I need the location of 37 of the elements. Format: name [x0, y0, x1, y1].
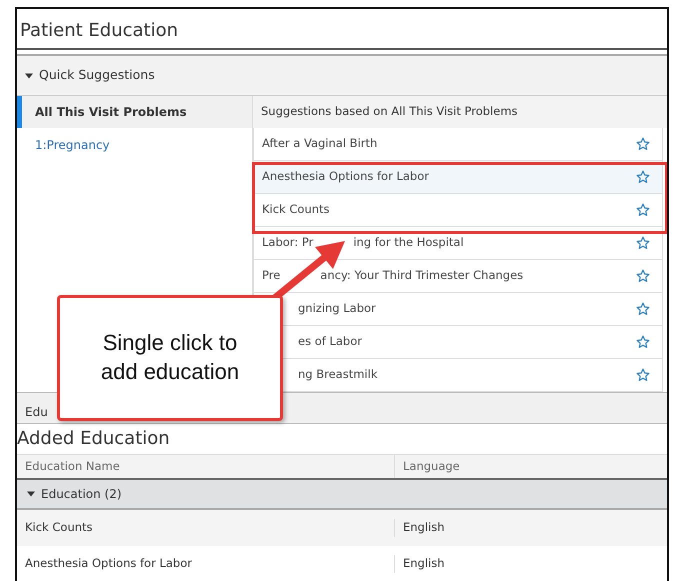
table-cell: Anesthesia Options for Labor	[17, 555, 395, 573]
suggestion-text: ancy: Your Third Trimester Changes	[320, 267, 524, 284]
suggestion-text: After a Vaginal Birth	[262, 135, 378, 152]
suggestion-row[interactable]: Anesthesia Options for Labor	[253, 161, 663, 194]
table-cell: Kick Counts	[17, 519, 395, 537]
suggestion-text: gnizing Labor	[298, 300, 376, 318]
section-title: Added Education	[17, 427, 171, 451]
star-icon[interactable]	[636, 203, 650, 217]
star-icon[interactable]	[636, 368, 650, 382]
star-icon[interactable]	[636, 302, 650, 316]
problem-filter[interactable]: All This Visit Problems	[17, 96, 252, 128]
group-row[interactable]: Education (2)	[17, 480, 667, 510]
callout-tooltip: Single click to add education	[57, 295, 283, 421]
suggestion-text: Labor: Pr	[262, 234, 314, 252]
table-cell-text: English	[402, 555, 445, 572]
tab-label[interactable]: Edu	[25, 403, 48, 421]
star-icon[interactable]	[636, 335, 650, 349]
problem-filter[interactable]: 1:Pregnancy	[17, 128, 252, 154]
caret-icon	[27, 490, 35, 498]
column-header: Language	[402, 458, 460, 475]
column-header: Education Name	[17, 455, 395, 478]
suggestion-text: Anesthesia Options for Labor	[262, 168, 429, 186]
suggestion-text: ing for the Hospital	[353, 234, 464, 252]
list-header: Suggestions based on All This Visit Problems	[253, 96, 667, 128]
section-header[interactable]: Quick Suggestions	[17, 56, 667, 96]
suggestion-text: Kick Counts	[262, 201, 330, 218]
caret-icon	[25, 72, 33, 80]
suggestion-text: es of Labor	[298, 333, 362, 350]
star-icon[interactable]	[636, 170, 650, 184]
panel-title: Patient Education	[17, 9, 667, 50]
suggestion-text: Pre	[262, 267, 280, 284]
suggestion-text: ng Breastmilk	[298, 366, 378, 384]
star-icon[interactable]	[636, 236, 650, 250]
star-icon[interactable]	[636, 269, 650, 283]
suggestion-row[interactable]: Kick Counts	[253, 194, 663, 227]
table-cell-text: English	[402, 519, 445, 536]
star-icon[interactable]	[636, 137, 650, 151]
